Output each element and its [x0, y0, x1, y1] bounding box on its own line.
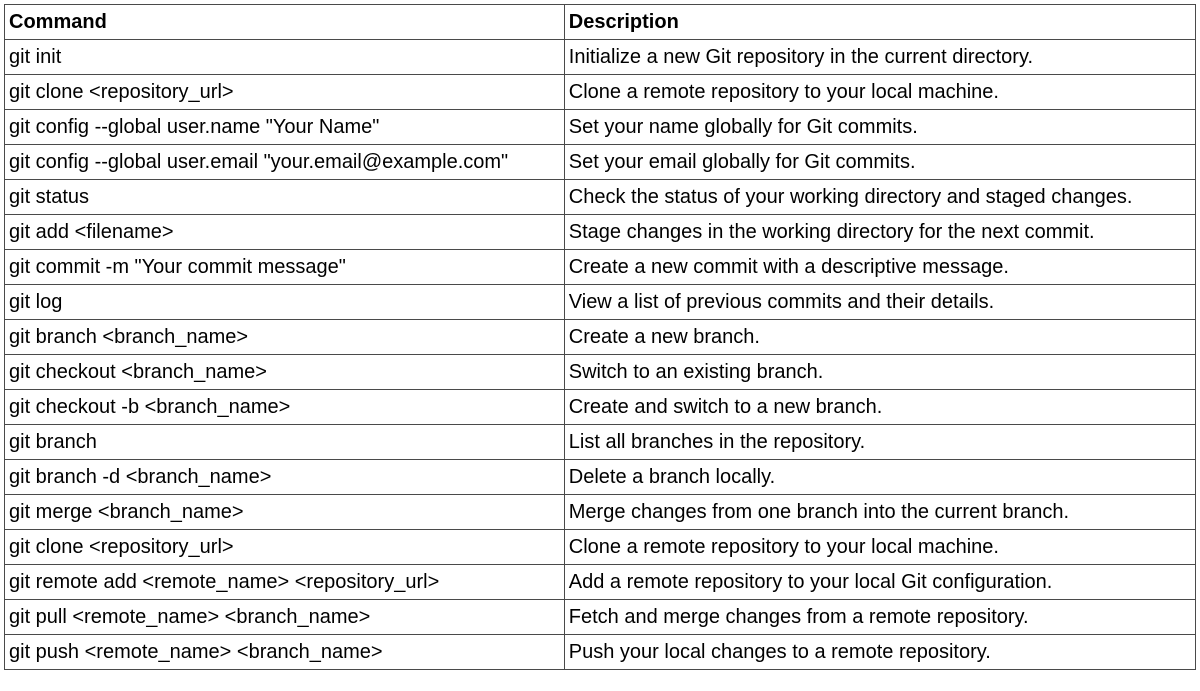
table-row: git branch <branch_name>Create a new bra…	[5, 320, 1196, 355]
table-row: git branch -d <branch_name>Delete a bran…	[5, 460, 1196, 495]
command-cell: git checkout <branch_name>	[5, 355, 565, 390]
table-row: git initInitialize a new Git repository …	[5, 40, 1196, 75]
description-cell: Initialize a new Git repository in the c…	[564, 40, 1195, 75]
table-row: git clone <repository_url>Clone a remote…	[5, 530, 1196, 565]
description-cell: List all branches in the repository.	[564, 425, 1195, 460]
table-row: git checkout -b <branch_name>Create and …	[5, 390, 1196, 425]
table-row: git logView a list of previous commits a…	[5, 285, 1196, 320]
table-row: git statusCheck the status of your worki…	[5, 180, 1196, 215]
description-cell: Fetch and merge changes from a remote re…	[564, 600, 1195, 635]
table-row: git remote add <remote_name> <repository…	[5, 565, 1196, 600]
description-cell: Set your name globally for Git commits.	[564, 110, 1195, 145]
description-cell: Set your email globally for Git commits.	[564, 145, 1195, 180]
command-cell: git clone <repository_url>	[5, 75, 565, 110]
command-cell: git push <remote_name> <branch_name>	[5, 635, 565, 670]
command-cell: git branch -d <branch_name>	[5, 460, 565, 495]
description-cell: Switch to an existing branch.	[564, 355, 1195, 390]
header-command: Command	[5, 5, 565, 40]
command-cell: git checkout -b <branch_name>	[5, 390, 565, 425]
description-cell: Create a new commit with a descriptive m…	[564, 250, 1195, 285]
command-cell: git pull <remote_name> <branch_name>	[5, 600, 565, 635]
command-cell: git remote add <remote_name> <repository…	[5, 565, 565, 600]
table-row: git merge <branch_name>Merge changes fro…	[5, 495, 1196, 530]
description-cell: View a list of previous commits and thei…	[564, 285, 1195, 320]
command-cell: git clone <repository_url>	[5, 530, 565, 565]
table-row: git commit -m "Your commit message"Creat…	[5, 250, 1196, 285]
table-row: git config --global user.name "Your Name…	[5, 110, 1196, 145]
description-cell: Stage changes in the working directory f…	[564, 215, 1195, 250]
command-cell: git config --global user.email "your.ema…	[5, 145, 565, 180]
description-cell: Merge changes from one branch into the c…	[564, 495, 1195, 530]
description-cell: Check the status of your working directo…	[564, 180, 1195, 215]
description-cell: Clone a remote repository to your local …	[564, 75, 1195, 110]
command-cell: git log	[5, 285, 565, 320]
table-body: git initInitialize a new Git repository …	[5, 40, 1196, 670]
description-cell: Delete a branch locally.	[564, 460, 1195, 495]
command-cell: git status	[5, 180, 565, 215]
command-cell: git config --global user.name "Your Name…	[5, 110, 565, 145]
command-cell: git merge <branch_name>	[5, 495, 565, 530]
command-cell: git add <filename>	[5, 215, 565, 250]
table-row: git clone <repository_url>Clone a remote…	[5, 75, 1196, 110]
description-cell: Add a remote repository to your local Gi…	[564, 565, 1195, 600]
description-cell: Push your local changes to a remote repo…	[564, 635, 1195, 670]
table-header-row: Command Description	[5, 5, 1196, 40]
git-commands-table: Command Description git initInitialize a…	[4, 4, 1196, 670]
table-row: git checkout <branch_name>Switch to an e…	[5, 355, 1196, 390]
command-cell: git branch	[5, 425, 565, 460]
command-cell: git commit -m "Your commit message"	[5, 250, 565, 285]
command-cell: git init	[5, 40, 565, 75]
description-cell: Create a new branch.	[564, 320, 1195, 355]
header-description: Description	[564, 5, 1195, 40]
command-cell: git branch <branch_name>	[5, 320, 565, 355]
table-row: git pull <remote_name> <branch_name>Fetc…	[5, 600, 1196, 635]
description-cell: Create and switch to a new branch.	[564, 390, 1195, 425]
description-cell: Clone a remote repository to your local …	[564, 530, 1195, 565]
table-row: git add <filename>Stage changes in the w…	[5, 215, 1196, 250]
table-row: git branchList all branches in the repos…	[5, 425, 1196, 460]
table-row: git push <remote_name> <branch_name>Push…	[5, 635, 1196, 670]
table-row: git config --global user.email "your.ema…	[5, 145, 1196, 180]
